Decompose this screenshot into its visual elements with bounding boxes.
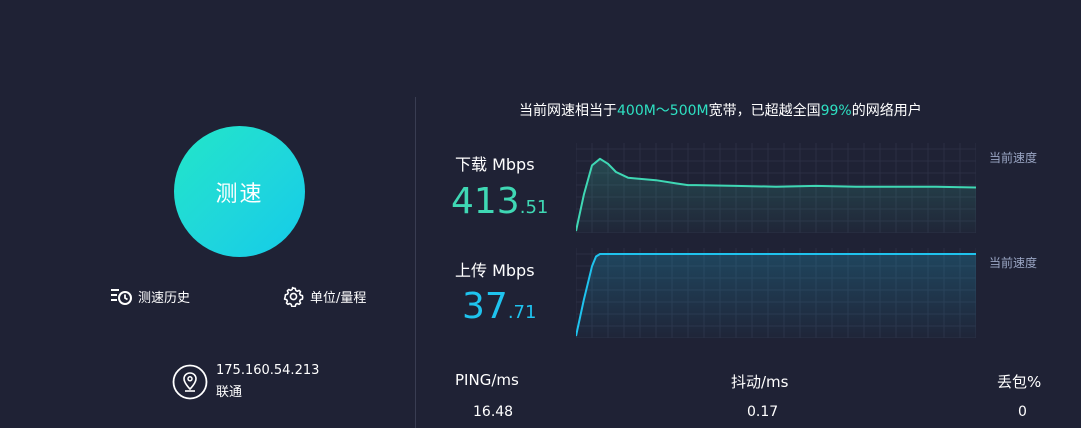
upload-value: 37.71 bbox=[462, 289, 536, 325]
download-label: 下载 Mbps bbox=[455, 155, 535, 174]
jitter-value: 0.17 bbox=[747, 404, 779, 420]
history-label: 测速历史 bbox=[138, 290, 191, 306]
start-test-button[interactable]: 测速 bbox=[174, 126, 305, 257]
packet-loss-value: 0 bbox=[1018, 404, 1027, 420]
summary-middle: 宽带，已超越全国 bbox=[708, 103, 821, 119]
packet-loss-label: 丢包% bbox=[997, 373, 1042, 391]
summary-bandwidth: 400M～500M bbox=[617, 103, 709, 119]
isp-name: 联通 bbox=[216, 385, 243, 400]
ping-label: PING/ms bbox=[455, 371, 519, 389]
history-icon bbox=[110, 286, 132, 306]
summary-percent: 99% bbox=[820, 103, 852, 119]
upload-speed-chart bbox=[576, 248, 976, 338]
start-test-label: 测速 bbox=[215, 181, 264, 207]
units-range-label: 单位/量程 bbox=[310, 290, 367, 306]
ping-value: 16.48 bbox=[473, 404, 514, 420]
panel-divider bbox=[415, 97, 416, 428]
download-value-integer: 413 bbox=[451, 181, 520, 222]
upload-series-area bbox=[576, 254, 976, 338]
upload-value-decimal: .71 bbox=[507, 302, 537, 323]
history-link[interactable]: 测速历史 bbox=[110, 286, 190, 306]
summary-suffix: 的网络用户 bbox=[851, 103, 922, 119]
units-range-link[interactable]: 单位/量程 bbox=[283, 286, 367, 307]
download-value-decimal: .51 bbox=[519, 197, 549, 218]
upload-label: 上传 Mbps bbox=[455, 261, 535, 280]
download-current-speed-tag: 当前速度 bbox=[989, 151, 1038, 165]
jitter-label: 抖动/ms bbox=[731, 373, 789, 391]
speed-summary: 当前网速相当于400M～500M宽带，已超越全国99%的网络用户 bbox=[519, 100, 922, 120]
download-value: 413.51 bbox=[451, 184, 548, 220]
location-pin-icon bbox=[172, 364, 208, 404]
upload-current-speed-tag: 当前速度 bbox=[989, 256, 1038, 270]
gear-icon bbox=[283, 286, 304, 307]
ip-address: 175.160.54.213 bbox=[216, 363, 320, 378]
speedtest-page: 测速 测速历史 单位/量程 175.160.54.213 联通 当前网速相当于4… bbox=[0, 0, 1081, 428]
download-speed-chart bbox=[576, 143, 976, 233]
upload-value-integer: 37 bbox=[462, 286, 508, 327]
download-series-area bbox=[576, 158, 976, 233]
summary-prefix: 当前网速相当于 bbox=[519, 103, 617, 119]
